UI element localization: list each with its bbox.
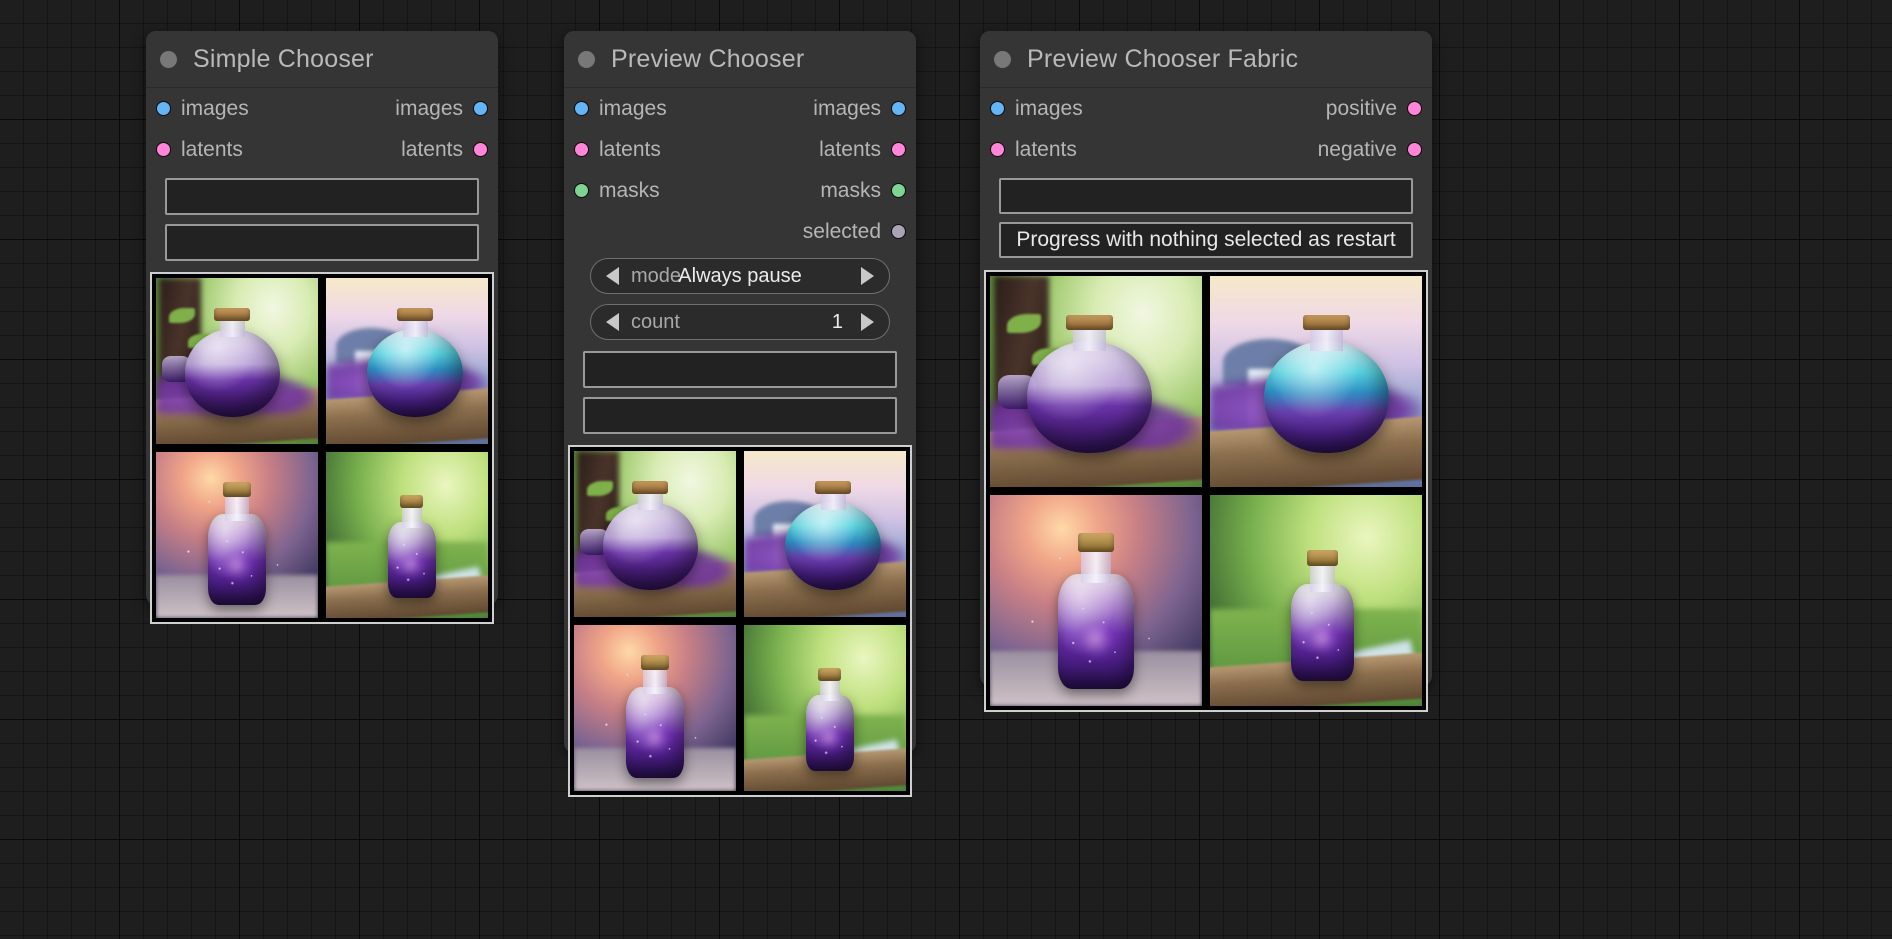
gallery-image[interactable] [1208,493,1424,708]
node-title: Preview Chooser Fabric [1027,44,1299,73]
round-purple-bottle-forest-art [156,278,318,444]
input-dot-images[interactable] [990,101,1005,116]
output-label-latents: latents [401,137,463,161]
node-preview-chooser[interactable]: Preview Chooser images images latents la… [564,31,916,797]
action-button-2[interactable] [165,224,479,261]
count-combo[interactable]: count 1 [590,304,890,340]
output-dot-latents[interactable] [473,142,488,157]
output-dot-masks[interactable] [891,183,906,198]
tall-galaxy-bottle-sunset-art [574,625,736,791]
input-label-images: images [181,96,249,120]
input-dot-masks[interactable] [574,183,589,198]
node-title-bar[interactable]: Preview Chooser [564,31,916,88]
progress-restart-button-label: Progress with nothing selected as restar… [1016,228,1396,251]
mode-combo-label: mode [631,264,682,287]
input-dot-latents[interactable] [574,142,589,157]
node-body: images images latents latents [146,88,498,624]
round-cyan-bottle-lake-art [1210,276,1422,487]
output-dot-images[interactable] [473,101,488,116]
node-title-bar[interactable]: Simple Chooser [146,31,498,88]
node-body: images positive latents negative Progres… [980,88,1432,712]
tall-galaxy-bottle-sunset-art [990,495,1202,706]
gallery-image[interactable] [988,274,1204,489]
round-purple-bottle-forest-art [574,451,736,617]
output-dot-images[interactable] [891,101,906,116]
gallery-image[interactable] [154,276,320,446]
node-title: Simple Chooser [193,44,374,73]
count-combo-value: 1 [831,310,843,333]
output-label-latents: latents [819,137,881,161]
node-simple-chooser[interactable]: Simple Chooser images images latents lat… [146,31,498,624]
output-label-images: images [813,96,881,120]
next-arrow-icon[interactable] [861,267,874,285]
image-gallery[interactable] [150,272,494,624]
slot-row: latents latents [146,129,498,170]
output-label-selected: selected [802,219,881,243]
tall-galaxy-bottle-stream-art [326,452,488,618]
gallery-image[interactable] [1208,274,1424,489]
gallery-image[interactable] [324,450,490,620]
slot-row: images positive [980,88,1432,129]
action-button-1[interactable] [999,178,1413,214]
image-gallery[interactable] [568,445,912,797]
node-body: images images latents latents masks mask… [564,88,916,797]
input-label-latents: latents [1015,137,1077,161]
tall-galaxy-bottle-stream-art [1210,495,1422,706]
gallery-image[interactable] [154,450,320,620]
slot-row: images images [564,88,916,129]
output-label-masks: masks [820,178,881,202]
output-label-negative: negative [1317,137,1397,161]
prev-arrow-icon[interactable] [606,313,619,331]
output-dot-negative[interactable] [1407,142,1422,157]
input-dot-images[interactable] [156,101,171,116]
collapse-circle-icon[interactable] [994,50,1011,68]
tall-galaxy-bottle-stream-art [744,625,906,791]
collapse-circle-icon[interactable] [578,50,595,68]
slot-row: latents latents [564,129,916,170]
input-label-images: images [1015,96,1083,120]
input-dot-latents[interactable] [990,142,1005,157]
slot-row: selected [564,211,916,252]
progress-restart-button[interactable]: Progress with nothing selected as restar… [999,222,1413,258]
action-button-1[interactable] [165,178,479,215]
mode-combo-value: Always pause [678,264,802,287]
node-title: Preview Chooser [611,44,805,73]
gallery-image[interactable] [572,623,738,793]
slot-row: images images [146,88,498,129]
output-label-positive: positive [1325,96,1397,120]
input-dot-latents[interactable] [156,142,171,157]
round-purple-bottle-forest-art [990,276,1202,487]
gallery-image[interactable] [742,449,908,619]
output-label-images: images [395,96,463,120]
node-title-bar[interactable]: Preview Chooser Fabric [980,31,1432,88]
collapse-circle-icon[interactable] [160,50,177,68]
round-cyan-bottle-lake-art [744,451,906,617]
round-cyan-bottle-lake-art [326,278,488,444]
tall-galaxy-bottle-sunset-art [156,452,318,618]
input-dot-images[interactable] [574,101,589,116]
slot-row: masks masks [564,170,916,211]
action-button-1[interactable] [583,351,897,388]
input-label-images: images [599,96,667,120]
output-dot-selected[interactable] [891,224,906,239]
image-gallery[interactable] [984,270,1428,712]
prev-arrow-icon[interactable] [606,267,619,285]
input-label-latents: latents [181,137,243,161]
mode-combo[interactable]: mode Always pause [590,258,890,294]
gallery-image[interactable] [742,623,908,793]
gallery-image[interactable] [324,276,490,446]
action-button-2[interactable] [583,397,897,434]
gallery-image[interactable] [572,449,738,619]
gallery-image[interactable] [988,493,1204,708]
output-dot-positive[interactable] [1407,101,1422,116]
output-dot-latents[interactable] [891,142,906,157]
input-label-latents: latents [599,137,661,161]
node-preview-chooser-fabric[interactable]: Preview Chooser Fabric images positive l… [980,31,1432,712]
count-combo-label: count [631,310,680,333]
next-arrow-icon[interactable] [861,313,874,331]
input-label-masks: masks [599,178,660,202]
slot-row: latents negative [980,129,1432,170]
